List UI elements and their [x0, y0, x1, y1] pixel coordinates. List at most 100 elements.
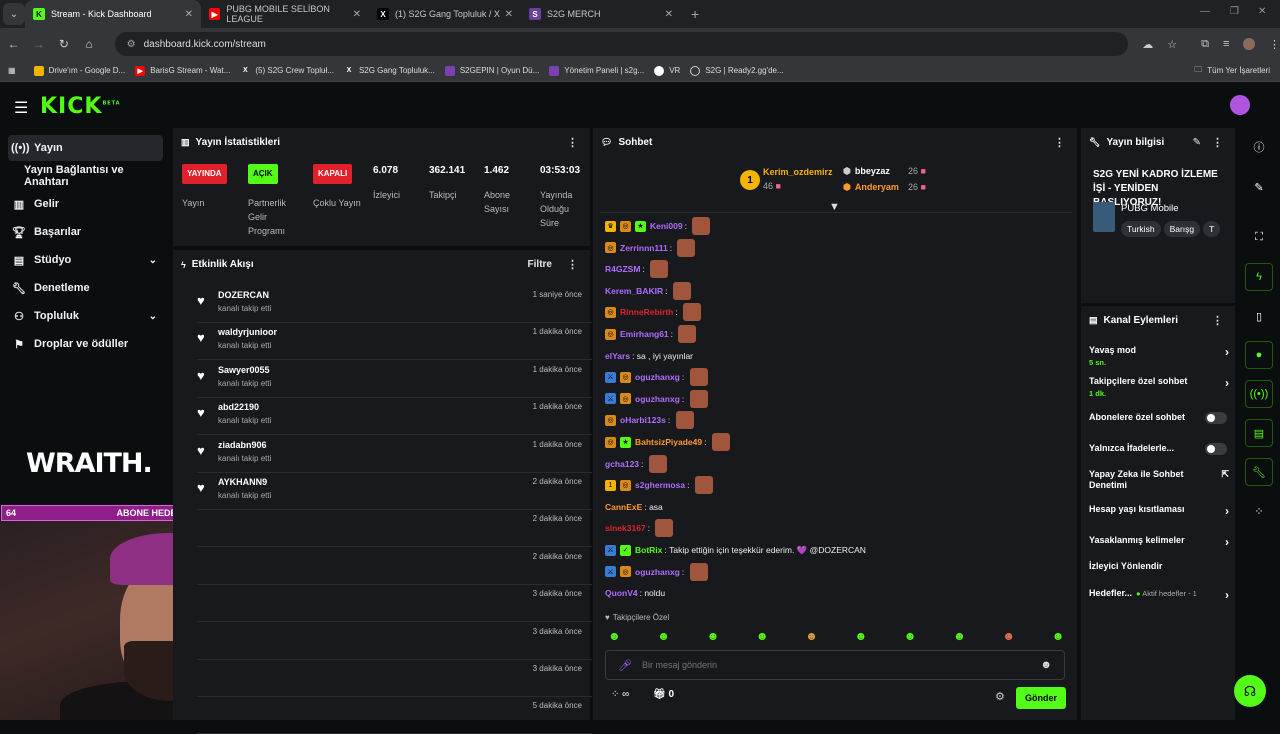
- third-gifter[interactable]: ⬢ Anderyam: [843, 182, 899, 193]
- bookmark-yonetim[interactable]: Yönetim Paneli | s2g...: [549, 65, 644, 76]
- toggle-switch[interactable]: [1205, 443, 1227, 455]
- info-icon[interactable]: ⓘ: [1245, 133, 1273, 161]
- tab-search-button[interactable]: ⌄: [3, 3, 25, 25]
- chat-input-box[interactable]: 🎤︎ ☻: [605, 650, 1065, 680]
- quick-emote-icon[interactable]: ☻: [657, 629, 670, 643]
- chat-username[interactable]: oguzhanxg: [635, 394, 680, 404]
- chat-username[interactable]: Emirhang61: [620, 329, 669, 339]
- tab-pubg-league[interactable]: ▶ PUBG MOBILE SELİBON LEAGUE ✕: [201, 0, 369, 28]
- channel-action-row[interactable]: Abonelere özel sohbet: [1089, 412, 1229, 424]
- quick-emote-icon[interactable]: ☻: [707, 629, 720, 643]
- quick-emote-icon[interactable]: ☻: [1002, 629, 1015, 643]
- close-icon[interactable]: ✕: [505, 9, 513, 20]
- lightning-icon[interactable]: ϟ: [1245, 263, 1273, 291]
- more-menu-icon[interactable]: ⋮: [1269, 38, 1280, 51]
- sidebar-item-topluluk[interactable]: ⚇ Topluluk ⌄: [8, 303, 163, 329]
- bookmark-ready2gg[interactable]: S2G | Ready2.gg'de...: [690, 65, 784, 76]
- toggle-switch[interactable]: [1205, 412, 1227, 424]
- reading-list-icon[interactable]: ≡: [1223, 38, 1229, 50]
- more-options-icon[interactable]: ⋮: [567, 258, 578, 271]
- sidebar-item-denetleme[interactable]: 🔧︎ Denetleme: [8, 275, 163, 301]
- activity-event-row[interactable]: 3 dakika önce: [197, 585, 592, 623]
- close-icon[interactable]: ✕: [353, 9, 361, 20]
- tag-chip[interactable]: T: [1203, 221, 1221, 237]
- tab-s2g-merch[interactable]: S S2G MERCH ✕: [521, 0, 681, 28]
- activity-event-row[interactable]: ♥ ziadabn906 kanalı takip etti 1 dakika önc…: [197, 436, 592, 473]
- community-icon[interactable]: ⁘: [1245, 497, 1273, 525]
- activity-event-row[interactable]: ♥ Sawyer0055 kanalı takip etti 1 dakika önc…: [197, 361, 592, 398]
- channel-action-row[interactable]: Hedefler... ● Aktif hedefler - 1 ›: [1089, 588, 1229, 602]
- chat-message-input[interactable]: [641, 660, 1032, 670]
- bookmark-drive[interactable]: Drive'ım - Google D...: [33, 65, 125, 76]
- chat-username[interactable]: sinek3167: [605, 523, 646, 533]
- home-icon[interactable]: ⌂: [77, 37, 100, 51]
- window-close-icon[interactable]: ✕: [1258, 6, 1266, 17]
- address-input[interactable]: ⚙ dashboard.kick.com/stream: [114, 32, 1129, 56]
- activity-event-row[interactable]: ♥ AYKHANN9 kanalı takip etti 2 dakika önce: [197, 473, 592, 510]
- document-icon[interactable]: ▯: [1245, 302, 1273, 330]
- activity-event-row[interactable]: 3 dakika önce: [197, 660, 592, 697]
- tag-chip[interactable]: Turkish: [1121, 221, 1161, 237]
- second-gifter[interactable]: ⬢ bbeyzaz: [843, 166, 890, 177]
- chat-username[interactable]: oguzhanxg: [635, 567, 680, 577]
- chat-username[interactable]: Zerrinnn111: [620, 243, 668, 253]
- quick-emote-icon[interactable]: ☻: [904, 629, 917, 643]
- more-options-icon[interactable]: ⋮: [1212, 314, 1223, 327]
- more-options-icon[interactable]: ⋮: [567, 136, 578, 149]
- quick-emote-icon[interactable]: ☻: [953, 629, 966, 643]
- chat-username[interactable]: BotRix: [635, 545, 662, 555]
- tag-chip[interactable]: Barışg: [1163, 221, 1201, 237]
- bookmark-s2g-crew[interactable]: X (5) S2G Crew Topluł...: [240, 66, 334, 76]
- filter-button[interactable]: Filtre: [528, 259, 552, 270]
- emoji-picker-icon[interactable]: ☻: [1040, 659, 1052, 671]
- microphone-icon[interactable]: 🎤︎: [618, 659, 632, 672]
- category-thumbnail[interactable]: [1093, 202, 1115, 232]
- download-icon[interactable]: ☁: [1142, 38, 1153, 51]
- chat-username[interactable]: Keni009: [650, 221, 683, 231]
- sidebar-item-yayin[interactable]: ((•)) Yayın: [8, 135, 163, 161]
- chat-username[interactable]: elYars: [605, 351, 630, 361]
- chat-username[interactable]: BahtsizPiyade49: [635, 437, 702, 447]
- sidebar-item-droplar[interactable]: ⚑ Droplar ve ödüller: [8, 331, 163, 357]
- apps-grid-icon[interactable]: ▦: [8, 66, 16, 75]
- channel-action-row[interactable]: Takipçilere özel sohbet 1 dk. ›: [1089, 376, 1229, 398]
- bookmark-vr[interactable]: VR: [654, 65, 680, 76]
- chat-username[interactable]: gcha123: [605, 459, 639, 469]
- edit-icon[interactable]: ✎: [1245, 173, 1273, 201]
- activity-event-row[interactable]: ♥ abd22190 kanalı takip etti 1 dakika önce: [197, 398, 592, 436]
- quick-emote-icon[interactable]: ☻: [1052, 629, 1065, 643]
- sidebar-item-gelir[interactable]: ▥ Gelir: [8, 191, 163, 217]
- category-name[interactable]: PUBG Mobile: [1121, 203, 1179, 214]
- forward-icon[interactable]: →: [27, 37, 50, 51]
- quick-emote-icon[interactable]: ☻: [756, 629, 769, 643]
- wrench-icon[interactable]: 🔧︎: [1245, 458, 1273, 486]
- activity-event-row[interactable]: 5 dakika önce: [197, 697, 592, 734]
- chat-username[interactable]: oHarbi123s: [620, 415, 666, 425]
- bookmark-s2g-gang[interactable]: X S2G Gang Topluluk...: [344, 66, 435, 76]
- activity-event-row[interactable]: ♥ DOZERCAN kanalı takip etti 1 saniye önce: [197, 286, 592, 323]
- profile-avatar[interactable]: [1243, 38, 1255, 50]
- sidebar-item-basarilar[interactable]: 🏆︎ Başarılar: [8, 219, 163, 245]
- chat-username[interactable]: QuonV4: [605, 588, 638, 598]
- maximize-icon[interactable]: ❐: [1230, 6, 1239, 17]
- all-bookmarks[interactable]: 🗀 Tüm Yer İşaretleri: [1194, 64, 1270, 78]
- chat-username[interactable]: R4GZSM: [605, 264, 640, 274]
- activity-event-row[interactable]: ♥ waldyrjunioor kanalı takip etti 1 dakika …: [197, 323, 592, 361]
- bookmark-s2gepin[interactable]: S2GEPIN | Oyun Dü...: [444, 65, 539, 76]
- sidebar-item-studyo[interactable]: ▤ Stüdyo ⌄: [8, 247, 163, 273]
- extensions-icon[interactable]: ⧉: [1201, 38, 1209, 51]
- channel-action-row[interactable]: Yavaş mod 5 sn. ›: [1089, 345, 1229, 367]
- user-avatar[interactable]: [1230, 95, 1250, 115]
- channel-action-row[interactable]: Yasaklanmış kelimeler ›: [1089, 535, 1229, 549]
- kick-logo[interactable]: KICKBETA: [40, 94, 121, 119]
- channel-action-row[interactable]: Hesap yaşı kısıtlaması ›: [1089, 504, 1229, 518]
- crop-icon[interactable]: ⛶: [1245, 223, 1273, 251]
- chat-username[interactable]: oguzhanxg: [635, 372, 680, 382]
- more-options-icon[interactable]: ⋮: [1212, 136, 1223, 149]
- more-options-icon[interactable]: ⋮: [1054, 136, 1065, 149]
- hamburger-menu-icon[interactable]: ☰: [14, 98, 28, 118]
- edit-pencil-icon[interactable]: ✎: [1193, 137, 1201, 148]
- activity-event-row[interactable]: 2 dakika önce: [197, 510, 592, 548]
- viewer-points[interactable]: ⁘ ∞: [611, 689, 629, 700]
- chat-icon[interactable]: ●: [1245, 341, 1273, 369]
